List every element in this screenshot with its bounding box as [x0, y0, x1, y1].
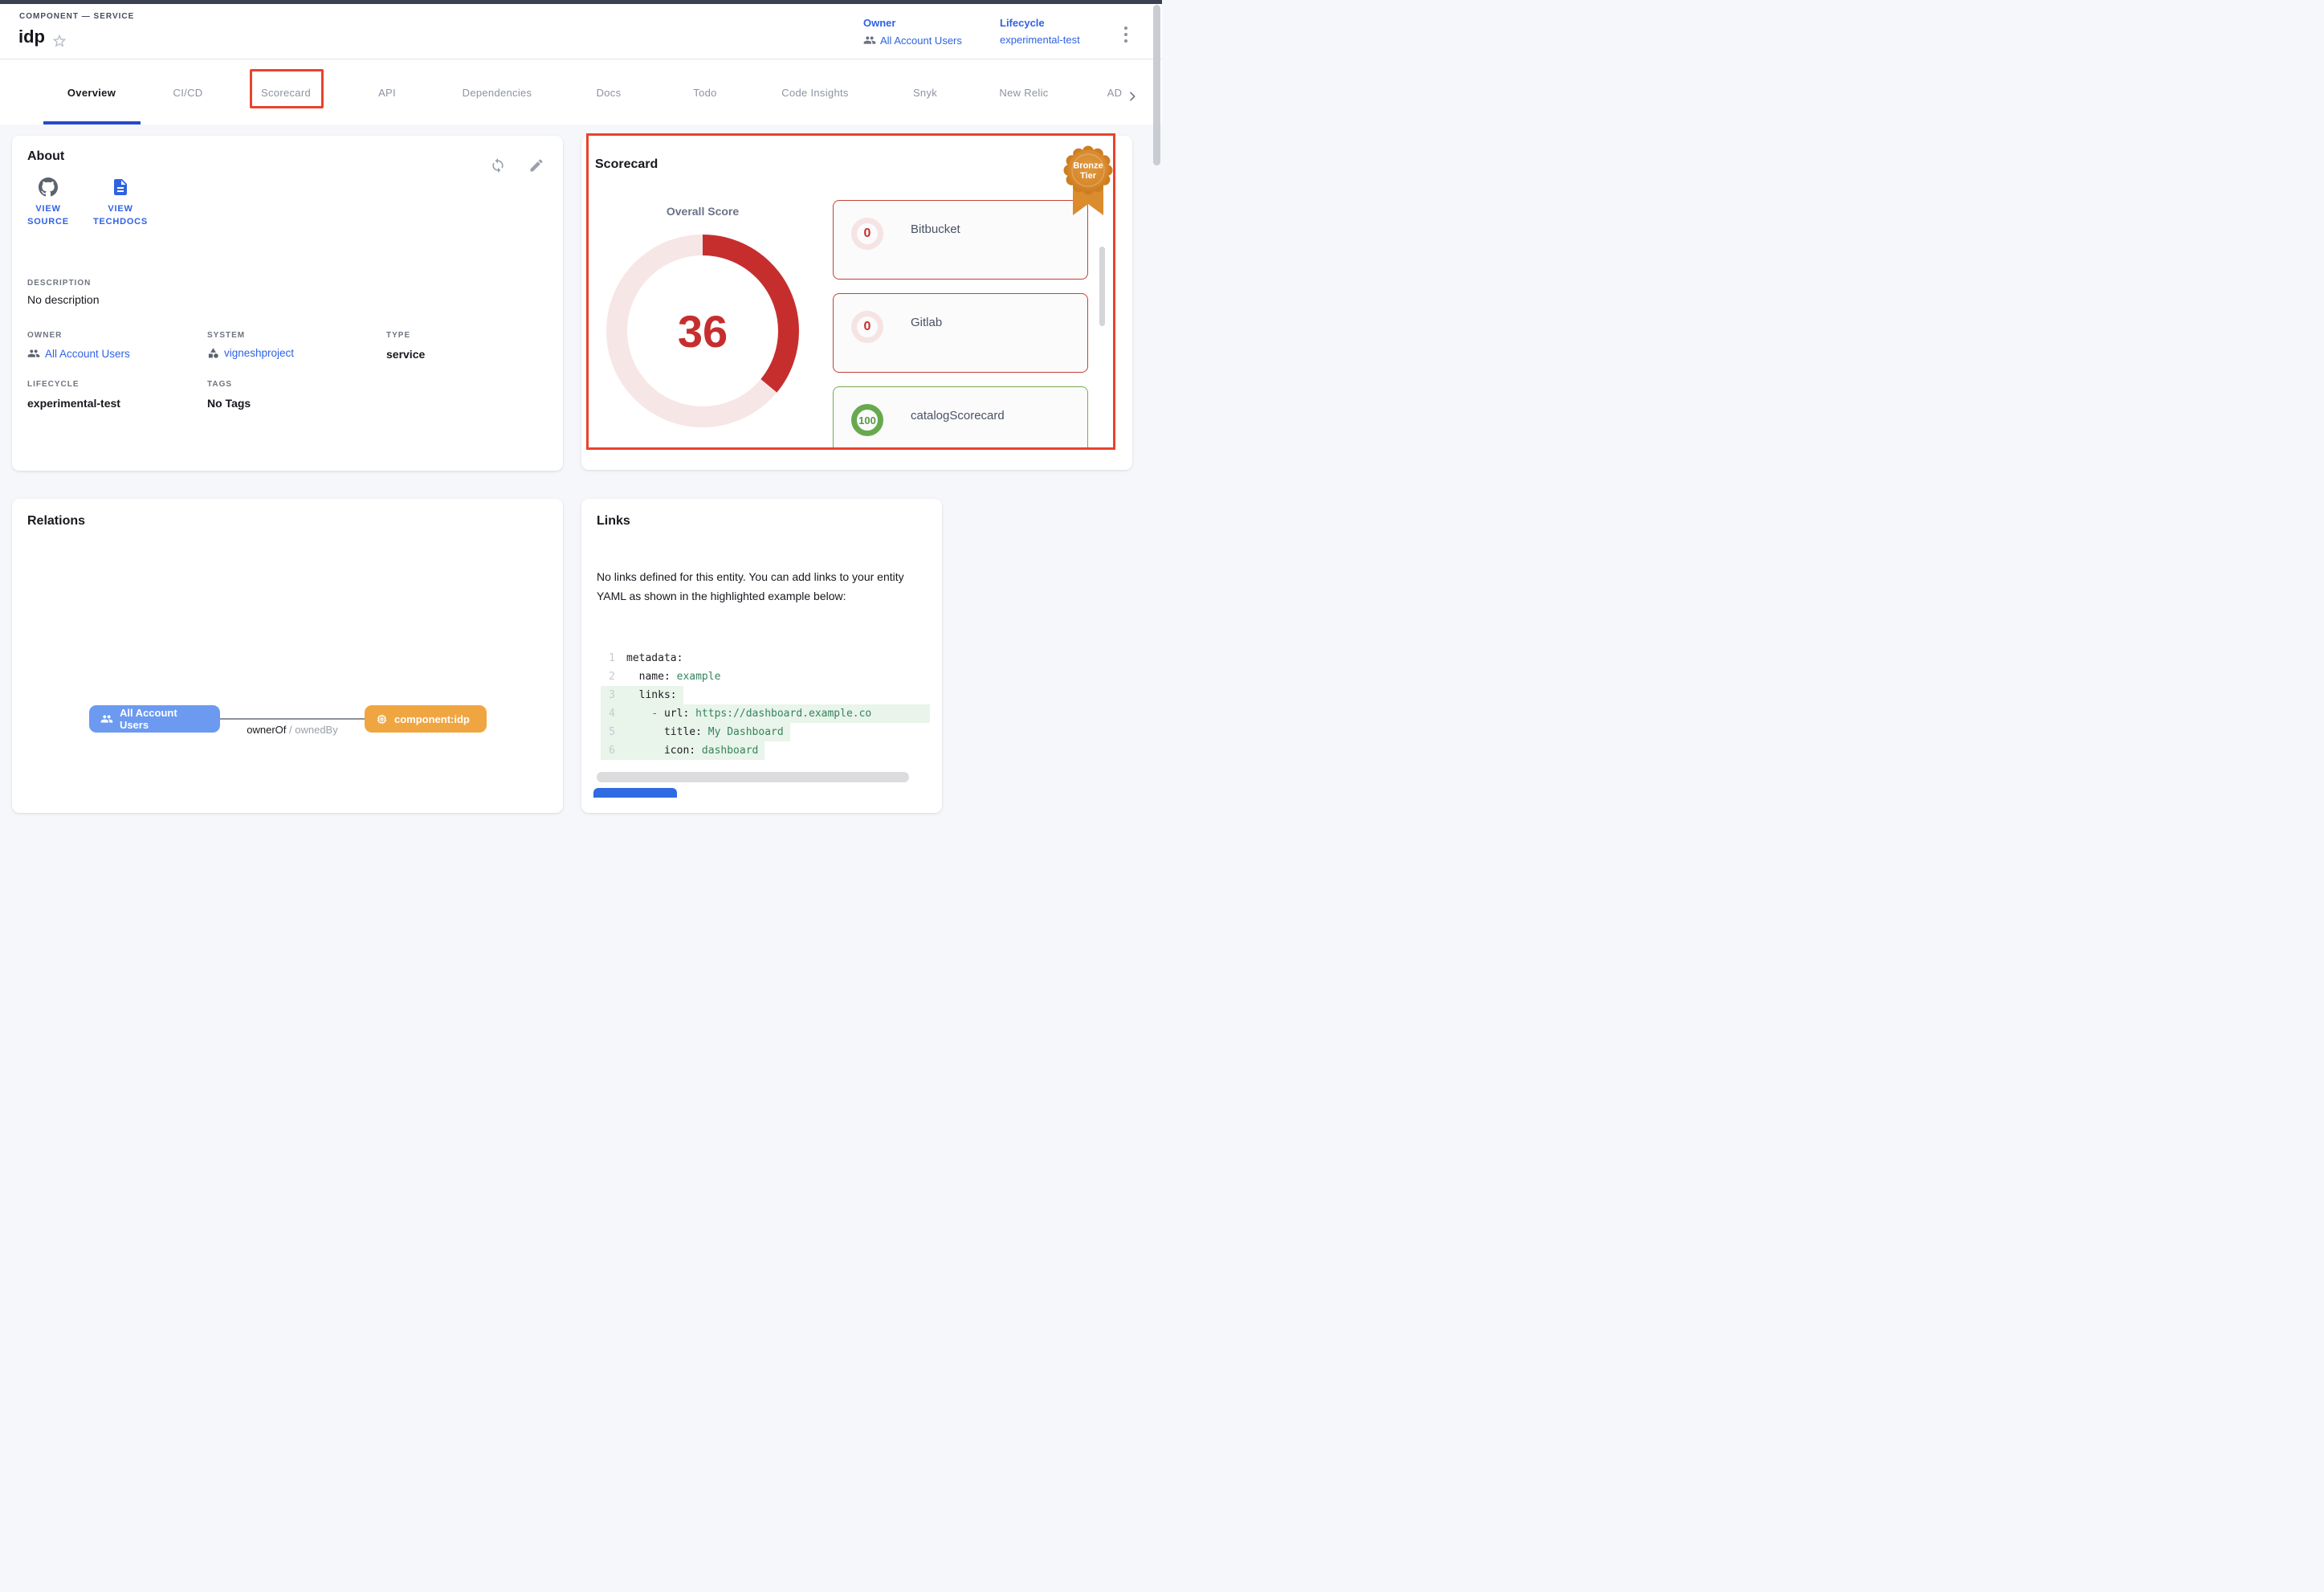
refresh-icon[interactable]: [490, 157, 506, 173]
view-techdocs-link[interactable]: VIEW TECHDOCS: [78, 178, 163, 228]
tab-api[interactable]: API: [378, 87, 396, 99]
lifecycle-field-label: LIFECYCLE: [27, 380, 80, 389]
view-source-link[interactable]: VIEW SOURCE: [18, 178, 79, 228]
tab-dependencies[interactable]: Dependencies: [463, 87, 532, 99]
owner-field-link: All Account Users: [45, 348, 130, 360]
scorecard-item-list: 0 Bitbucket 0 Gitlab 100 catalogScorecard: [833, 200, 1088, 450]
scorecard-item-gitlab[interactable]: 0 Gitlab: [833, 293, 1088, 373]
owner-node-label: All Account Users: [120, 707, 209, 731]
tabs-scroll-right-icon[interactable]: [1126, 90, 1139, 103]
code-line-4: 4 - url: https://dashboard.example.co: [601, 704, 930, 723]
tags-field-label: TAGS: [207, 380, 232, 389]
code-line-3: 3 links:: [601, 686, 930, 704]
relations-card-title: Relations: [27, 514, 85, 529]
owner-label: Owner: [863, 17, 962, 29]
people-icon: [863, 34, 876, 47]
description-value: No description: [27, 293, 100, 306]
scorecard-item-catalogscorecard[interactable]: 100 catalogScorecard: [833, 386, 1088, 450]
tab-code-insights[interactable]: Code Insights: [781, 87, 848, 99]
system-field-link: vigneshproject: [224, 347, 294, 359]
relation-node-component[interactable]: component:idp: [365, 705, 487, 733]
lifecycle-summary: Lifecycle experimental-test: [1000, 17, 1080, 46]
cut-off-blue-button[interactable]: [593, 788, 677, 798]
owner-field-label: OWNER: [27, 331, 62, 340]
tags-field-value: No Tags: [207, 397, 251, 410]
tab-snyk[interactable]: Snyk: [913, 87, 937, 99]
scorecard-card-title: Scorecard: [595, 157, 658, 172]
relations-card: [12, 499, 563, 813]
tab-ad[interactable]: AD: [1107, 87, 1123, 99]
badge-text-line1: Bronze: [1073, 161, 1103, 171]
system-field-value[interactable]: vigneshproject: [207, 347, 294, 359]
owner-summary: Owner All Account Users: [863, 17, 962, 47]
page-scrollbar[interactable]: [1153, 5, 1160, 165]
system-field-label: SYSTEM: [207, 331, 245, 340]
edit-pencil-icon[interactable]: [528, 157, 544, 173]
links-empty-message: No links defined for this entity. You ca…: [597, 567, 919, 606]
lifecycle-field-value: experimental-test: [27, 397, 120, 410]
type-field-label: TYPE: [386, 331, 410, 340]
tab-todo[interactable]: Todo: [693, 87, 716, 99]
document-icon: [111, 178, 130, 197]
breadcrumb: COMPONENT — SERVICE: [19, 12, 134, 21]
owner-value[interactable]: All Account Users: [863, 34, 962, 47]
component-node-label: component:idp: [394, 713, 470, 725]
type-field-value: service: [386, 348, 425, 361]
scorecard-item-label: Gitlab: [911, 316, 942, 329]
relation-node-owner[interactable]: All Account Users: [89, 705, 220, 733]
tab-new-relic[interactable]: New Relic: [999, 87, 1048, 99]
page-title: idp: [18, 27, 45, 47]
overall-score-label: Overall Score: [606, 205, 799, 218]
relation-edge-label: ownerOf / ownedBy: [220, 724, 365, 736]
category-icon: [207, 347, 219, 359]
edge-to-label: ownedBy: [295, 724, 337, 736]
code-line-2: 2 name: example: [601, 667, 930, 686]
view-techdocs-label: VIEW TECHDOCS: [93, 202, 148, 228]
code-line-6: 6 icon: dashboard: [601, 741, 930, 760]
tab-ci-cd[interactable]: CI/CD: [173, 87, 203, 99]
bronze-tier-badge: Bronze Tier: [1062, 145, 1115, 218]
links-card-title: Links: [597, 514, 630, 529]
tab-scorecard[interactable]: Scorecard: [261, 87, 311, 99]
yaml-code-example: 1metadata:2 name: example3 links:4 - url…: [601, 649, 930, 760]
badge-text-line2: Tier: [1080, 171, 1097, 181]
owner-link: All Account Users: [880, 35, 962, 47]
code-horizontal-scrollbar[interactable]: [597, 772, 909, 782]
active-tab-indicator: [43, 121, 141, 125]
score-ring: 0: [851, 311, 883, 343]
score-ring: 0: [851, 218, 883, 250]
relation-edge-line: [220, 718, 365, 720]
description-label: DESCRIPTION: [27, 279, 91, 288]
overall-score-value: 36: [606, 235, 799, 427]
more-options-icon[interactable]: [1119, 22, 1133, 47]
tab-overview[interactable]: Overview: [67, 87, 116, 99]
score-ring: 100: [851, 404, 883, 436]
scorecard-list-scrollbar[interactable]: [1099, 247, 1105, 326]
people-icon: [100, 712, 113, 725]
people-icon: [27, 347, 40, 360]
tab-docs[interactable]: Docs: [597, 87, 622, 99]
owner-field-value[interactable]: All Account Users: [27, 347, 130, 360]
edge-from-label: ownerOf: [247, 724, 286, 736]
code-line-5: 5 title: My Dashboard: [601, 723, 930, 741]
chip-icon: [376, 713, 388, 725]
scorecard-item-label: Bitbucket: [911, 222, 960, 236]
about-card-title: About: [27, 149, 64, 164]
github-icon: [39, 178, 58, 197]
scorecard-item-bitbucket[interactable]: 0 Bitbucket: [833, 200, 1088, 280]
favorite-star-icon[interactable]: [51, 33, 67, 49]
view-source-label: VIEW SOURCE: [27, 202, 69, 228]
lifecycle-label: Lifecycle: [1000, 17, 1080, 29]
code-line-1: 1metadata:: [601, 649, 930, 667]
scorecard-item-label: catalogScorecard: [911, 409, 1005, 422]
lifecycle-value: experimental-test: [1000, 34, 1080, 46]
tab-bar: Overview CI/CD Scorecard API Dependencies Doc…: [0, 59, 1162, 125]
page-header: COMPONENT — SERVICE idp Owner All Accoun…: [0, 4, 1162, 59]
